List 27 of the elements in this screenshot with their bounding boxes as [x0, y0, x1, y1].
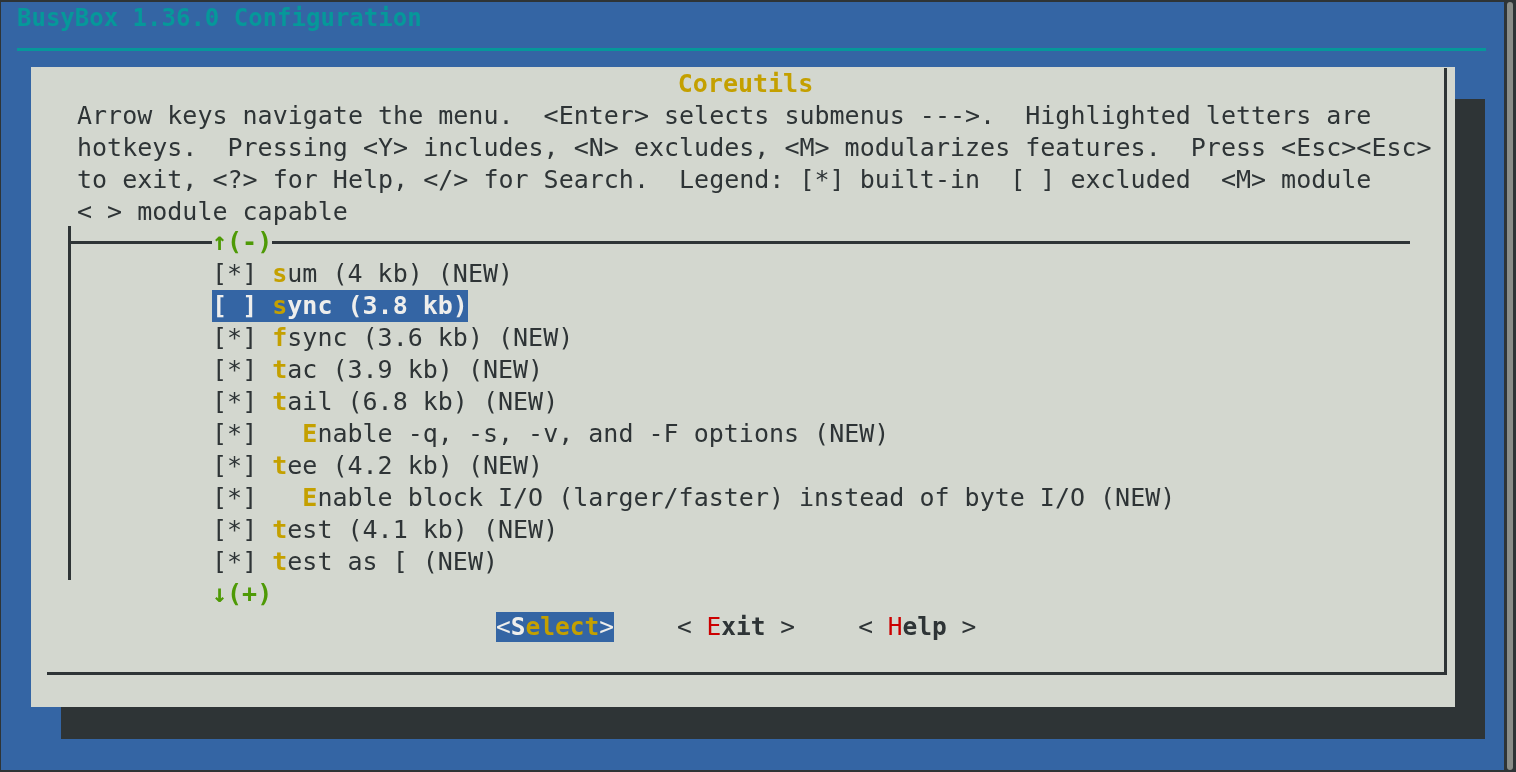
menu-item[interactable]: Enable -q, -s, -v, and -F options (NEW)	[257, 418, 890, 450]
checkbox[interactable]: [*]	[212, 418, 258, 450]
checkbox[interactable]: [*]	[212, 546, 258, 578]
menu-item[interactable]: test (4.1 kb) (NEW)	[257, 514, 559, 546]
checkbox[interactable]: [*]	[212, 386, 258, 418]
dialog-title: Coreutils	[677, 69, 814, 98]
menu-item[interactable]: Enable block I/O (larger/faster) instead of byte I/O (NEW)	[257, 482, 1176, 514]
menu-item[interactable]: test as [ (NEW)	[257, 546, 498, 578]
checkbox[interactable]: [*]	[212, 514, 258, 546]
checkbox[interactable]: [*]	[212, 482, 258, 514]
menu-item[interactable]: fsync (3.6 kb) (NEW)	[257, 322, 574, 354]
checkbox[interactable]: [*]	[212, 450, 258, 482]
menu-item[interactable]: tee (4.2 kb) (NEW)	[257, 450, 544, 482]
scroll-up-indicator: ↑(-)	[212, 226, 273, 258]
checkbox[interactable]: [*]	[212, 322, 258, 354]
menu-item[interactable]: sum (4 kb) (NEW)	[257, 258, 514, 290]
menu-button[interactable]: < Help >	[858, 612, 977, 642]
menu-button[interactable]: < Exit >	[677, 612, 796, 642]
checkbox[interactable]: [ ]	[212, 290, 258, 322]
scroll-down-indicator: ↓(+)	[212, 578, 273, 610]
checkbox[interactable]: [*]	[212, 354, 258, 386]
menu-item[interactable]: tail (6.8 kb) (NEW)	[257, 386, 559, 418]
checkbox[interactable]: [*]	[212, 258, 258, 290]
menu-item[interactable]: sync (3.8 kb)	[257, 290, 468, 322]
help-text: Arrow keys navigate the menu. <Enter> selects submenus --->. Highlighted letters are hotkeys. Pressing <Y> includes, <N> excludes, <M> modularizes features. Press <Esc><Esc> to exit, <?> for Help, </> for Search. Legend: [*] built-in [ ] excluded <M> module < > module capable	[77, 100, 1433, 228]
menu-item[interactable]: tac (3.9 kb) (NEW)	[257, 354, 544, 386]
menu-button[interactable]: <Select>	[496, 612, 615, 642]
